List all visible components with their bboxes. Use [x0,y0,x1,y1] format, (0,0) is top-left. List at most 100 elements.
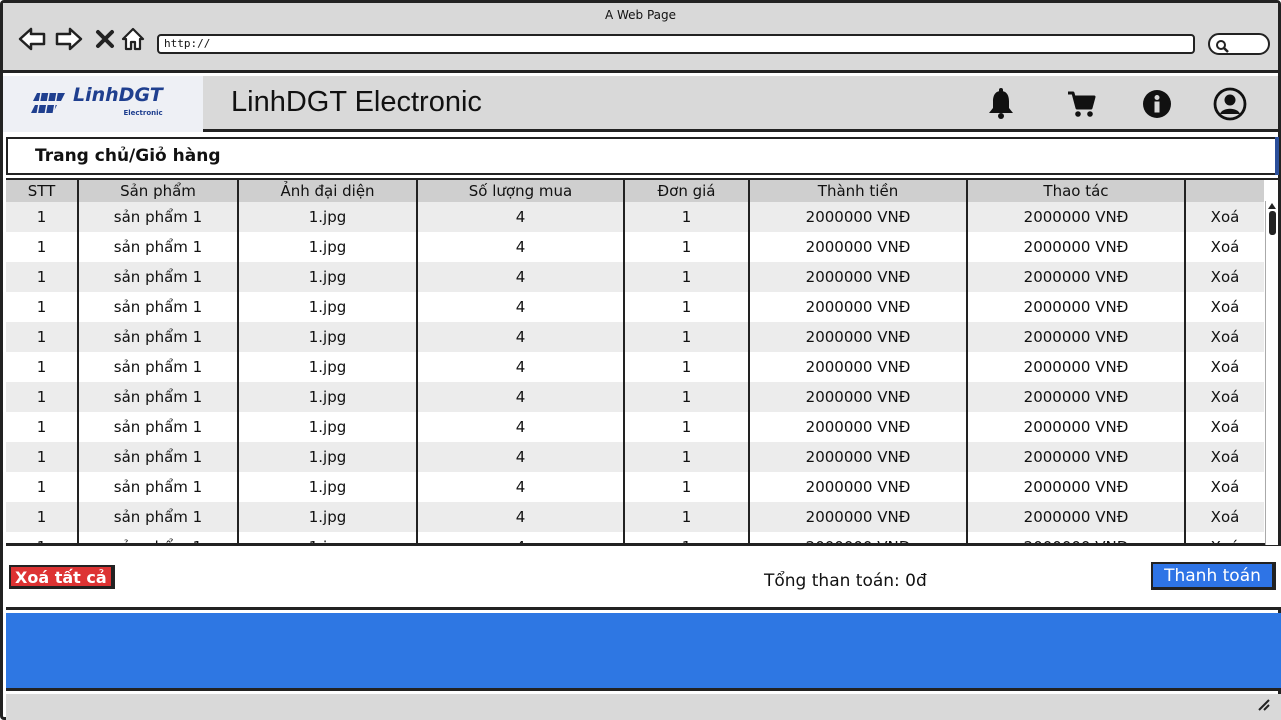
cell-image: 1.jpg [238,322,418,352]
table-row: 1sản phẩm 11.jpg412000000 VNĐ2000000 VNĐ… [6,502,1264,532]
cell-unit-price: 1 [624,412,750,442]
column-header-product: Sản phẩm [78,180,239,202]
column-header-subtotal: Thành tiền [749,180,968,202]
cell-quantity: 4 [417,322,625,352]
clear-all-button[interactable]: Xoá tất cả [9,565,115,589]
cart-table-body: 1 sản phẩm 1 1.jpg 4 1 2000000 VNĐ 2000000 VNĐ… [6,202,1264,543]
cell-image: 1.jpg [238,352,418,382]
cell-subtotal: 2000000 VNĐ [749,262,968,292]
cell-product: sản phẩm 1 [78,412,239,442]
cell-stt: 1 [6,262,79,292]
cell-subtotal: 2000000 VNĐ [749,322,968,352]
cell-product: sản phẩm 1 [78,292,239,322]
table-row: 1sản phẩm 11.jpg412000000 VNĐ2000000 VNĐ… [6,322,1264,352]
info-icon[interactable] [1139,86,1175,122]
cell-subtotal: 2000000 VNĐ [749,532,968,543]
cell-image: 1.jpg [238,502,418,532]
logo-subtext: Electronic [123,109,163,117]
browser-toolbar: A Web Page http:// [3,3,1278,73]
delete-link[interactable]: Xoá [1185,382,1264,412]
logo-text: LinhDGT Electronic [73,86,163,122]
table-row: 1sản phẩm 11.jpg412000000 VNĐ2000000 VNĐ… [6,352,1264,382]
delete-link[interactable]: Xoá [1185,442,1264,472]
cell-product: sản phẩm 1 [78,442,239,472]
cell-product: sản phẩm 1 [78,262,239,292]
browser-search-input[interactable] [1208,33,1270,55]
cell-unit-price: 1 [624,532,750,543]
close-icon[interactable] [91,25,119,53]
cart-icon[interactable] [1063,86,1099,122]
cell-quantity: 4 [417,472,625,502]
back-arrow-icon[interactable] [18,25,46,53]
scroll-up-icon[interactable] [1268,203,1276,209]
cell-quantity: 4 [417,502,625,532]
cell-product: sản phẩm 1 [78,382,239,412]
cell-product: sản phẩm 1 [78,202,239,232]
cell-product: sản phẩm 1 [78,502,239,532]
cell-action-amount: 2000000 VNĐ [967,382,1186,412]
search-icon [1215,38,1229,57]
cell-stt: 1 [6,502,79,532]
breadcrumb[interactable]: Trang chủ/Giỏ hàng [6,137,1278,175]
page-title: LinhDGT Electronic [231,86,482,118]
column-header-image: Ảnh đại diện [238,180,418,202]
cell-stt: 1 [6,472,79,502]
cell-stt: 1 [6,532,79,543]
cell-product: sản phẩm 1 [78,472,239,502]
delete-link[interactable]: Xoá [1185,262,1264,292]
delete-link[interactable]: Xoá [1185,502,1264,532]
cell-action-amount: 2000000 VNĐ [967,232,1186,262]
cell-quantity: 4 [417,532,625,543]
checkout-button[interactable]: Thanh toán [1151,562,1276,590]
cell-action-amount: 2000000 VNĐ [967,322,1186,352]
cart-actions-bar: Xoá tất cả Tổng than toán: 0đ Thanh toán [6,546,1281,610]
scroll-thumb[interactable] [1269,211,1276,235]
forward-arrow-icon[interactable] [55,25,83,53]
bell-icon[interactable] [983,86,1019,122]
resize-grip-icon[interactable] [1257,699,1271,714]
delete-link[interactable]: Xoá [1185,232,1264,262]
cell-subtotal: 2000000 VNĐ [749,382,968,412]
cell-quantity: 4 [417,412,625,442]
table-row: 1sản phẩm 11.jpg412000000 VNĐ2000000 VNĐ… [6,262,1264,292]
cell-unit-price: 1 [624,202,750,232]
cell-action-amount: 2000000 VNĐ [967,442,1186,472]
column-header-unit-price: Đơn giá [624,180,750,202]
cell-quantity: 4 [417,262,625,292]
breadcrumb-edge [1275,137,1279,175]
home-icon[interactable] [119,25,147,53]
table-row: 1sản phẩm 11.jpg412000000 VNĐ2000000 VNĐ… [6,472,1264,502]
cell-action-amount: 2000000 VNĐ [967,472,1186,502]
url-input[interactable]: http:// [157,34,1195,54]
column-header-quantity: Số lượng mua [417,180,625,202]
delete-link[interactable]: Xoá [1185,292,1264,322]
cell-image: 1.jpg [238,292,418,322]
window-title: A Web Page [604,8,677,22]
cell-subtotal: 2000000 VNĐ [749,412,968,442]
delete-link[interactable]: Xoá [1185,412,1264,442]
cell-subtotal: 2000000 VNĐ [749,232,968,262]
cell-action-amount: 2000000 VNĐ [967,352,1186,382]
delete-link[interactable]: Xoá [1185,532,1264,543]
delete-link[interactable]: Xoá [1185,472,1264,502]
cell-stt: 1 [6,412,79,442]
cell-image: 1.jpg [238,532,418,543]
column-header-blank [1185,180,1264,202]
delete-link[interactable]: Xoá [1185,352,1264,382]
cell-image: 1.jpg [238,442,418,472]
table-row: 1sản phẩm 11.jpg412000000 VNĐ2000000 VNĐ… [6,382,1264,412]
cell-subtotal: 2000000 VNĐ [749,502,968,532]
user-icon[interactable] [1212,86,1248,122]
delete-link[interactable]: Xoá [1185,202,1264,232]
logo-name: LinhDGT [73,84,163,106]
table-scrollbar[interactable] [1265,201,1278,545]
logo[interactable]: LinhDGT Electronic [3,76,203,132]
cell-action-amount: 2000000 VNĐ [967,532,1186,543]
table-row: 1sản phẩm 11.jpg412000000 VNĐ2000000 VNĐ… [6,232,1264,262]
delete-link[interactable]: Xoá [1185,322,1264,352]
cell-product: sản phẩm 1 [78,352,239,382]
table-row: 1sản phẩm 11.jpg412000000 VNĐ2000000 VNĐ… [6,442,1264,472]
cell-image: 1.jpg [238,382,418,412]
cell-stt: 1 [6,322,79,352]
cell-action-amount: 2000000 VNĐ [967,412,1186,442]
